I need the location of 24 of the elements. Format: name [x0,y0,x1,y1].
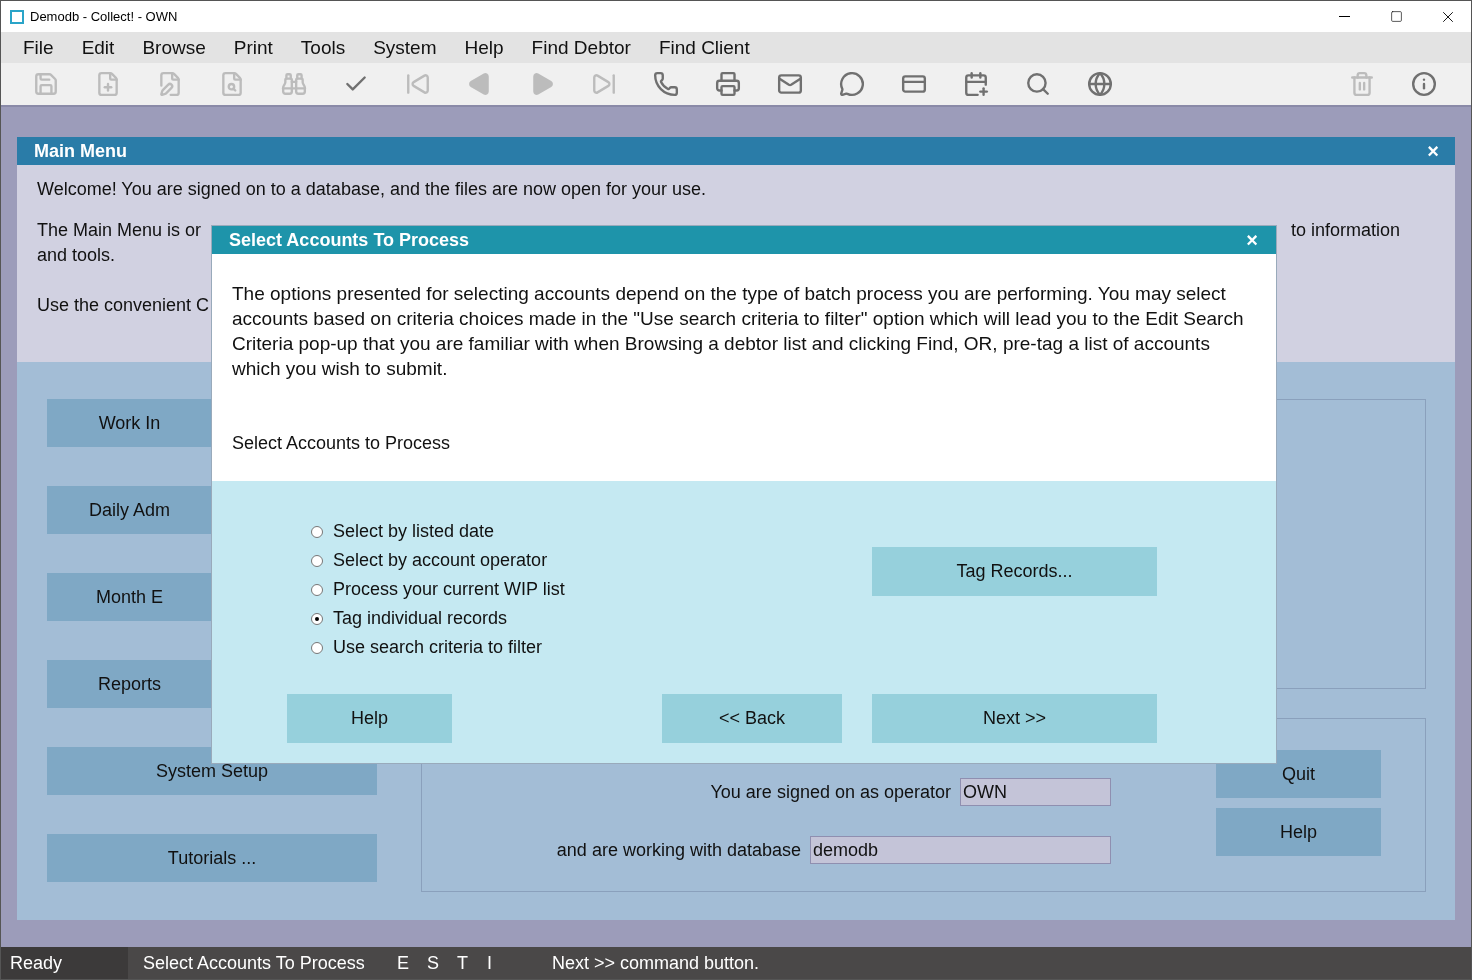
status-indicator: E [396,951,410,975]
status-text: Next >> command button. [551,951,761,975]
description-text: The options presented for selecting accounts depend on the type of batch process you are performing. You may select accounts based on criteria choices made in the "Use search criteria to filter" option which will lead you to the Edit Search Criteria pop-up that you are familiar with when Browsing a debtor list and clicking Find, OR, pre-tag a list of accounts which you wish to submit. [232,282,1245,381]
welcome-text: Welcome! You are signed on to a database, and the files are now open for your use. [37,178,707,201]
option-label: Select by listed date [333,521,495,542]
status-indicator: S [426,951,440,975]
dialog-title: Select Accounts To Process [229,229,470,251]
option-label: Tag individual records [333,608,508,629]
intro-text: and tools. [37,244,116,267]
intro-text: The Main Menu is or [37,219,202,242]
status-text: Ready [1,947,128,979]
section-label: Select Accounts to Process [232,433,452,454]
status-text: Select Accounts To Process [142,951,366,975]
intro-text: to information [1290,219,1400,242]
panel-title: Main Menu [34,140,127,162]
intro-text: Use the convenient C [37,294,210,317]
option-label: Select by account operator [333,550,548,571]
status-indicator: I [486,951,493,975]
option-label: Use search criteria to filter [333,637,543,658]
option-label: Process your current WIP list [333,579,565,600]
window-title: Demodb - Collect! - OWN [30,9,179,24]
status-indicator: T [456,951,469,975]
field-label: You are signed on as operator [710,781,951,803]
field-label: and are working with database [556,839,801,861]
